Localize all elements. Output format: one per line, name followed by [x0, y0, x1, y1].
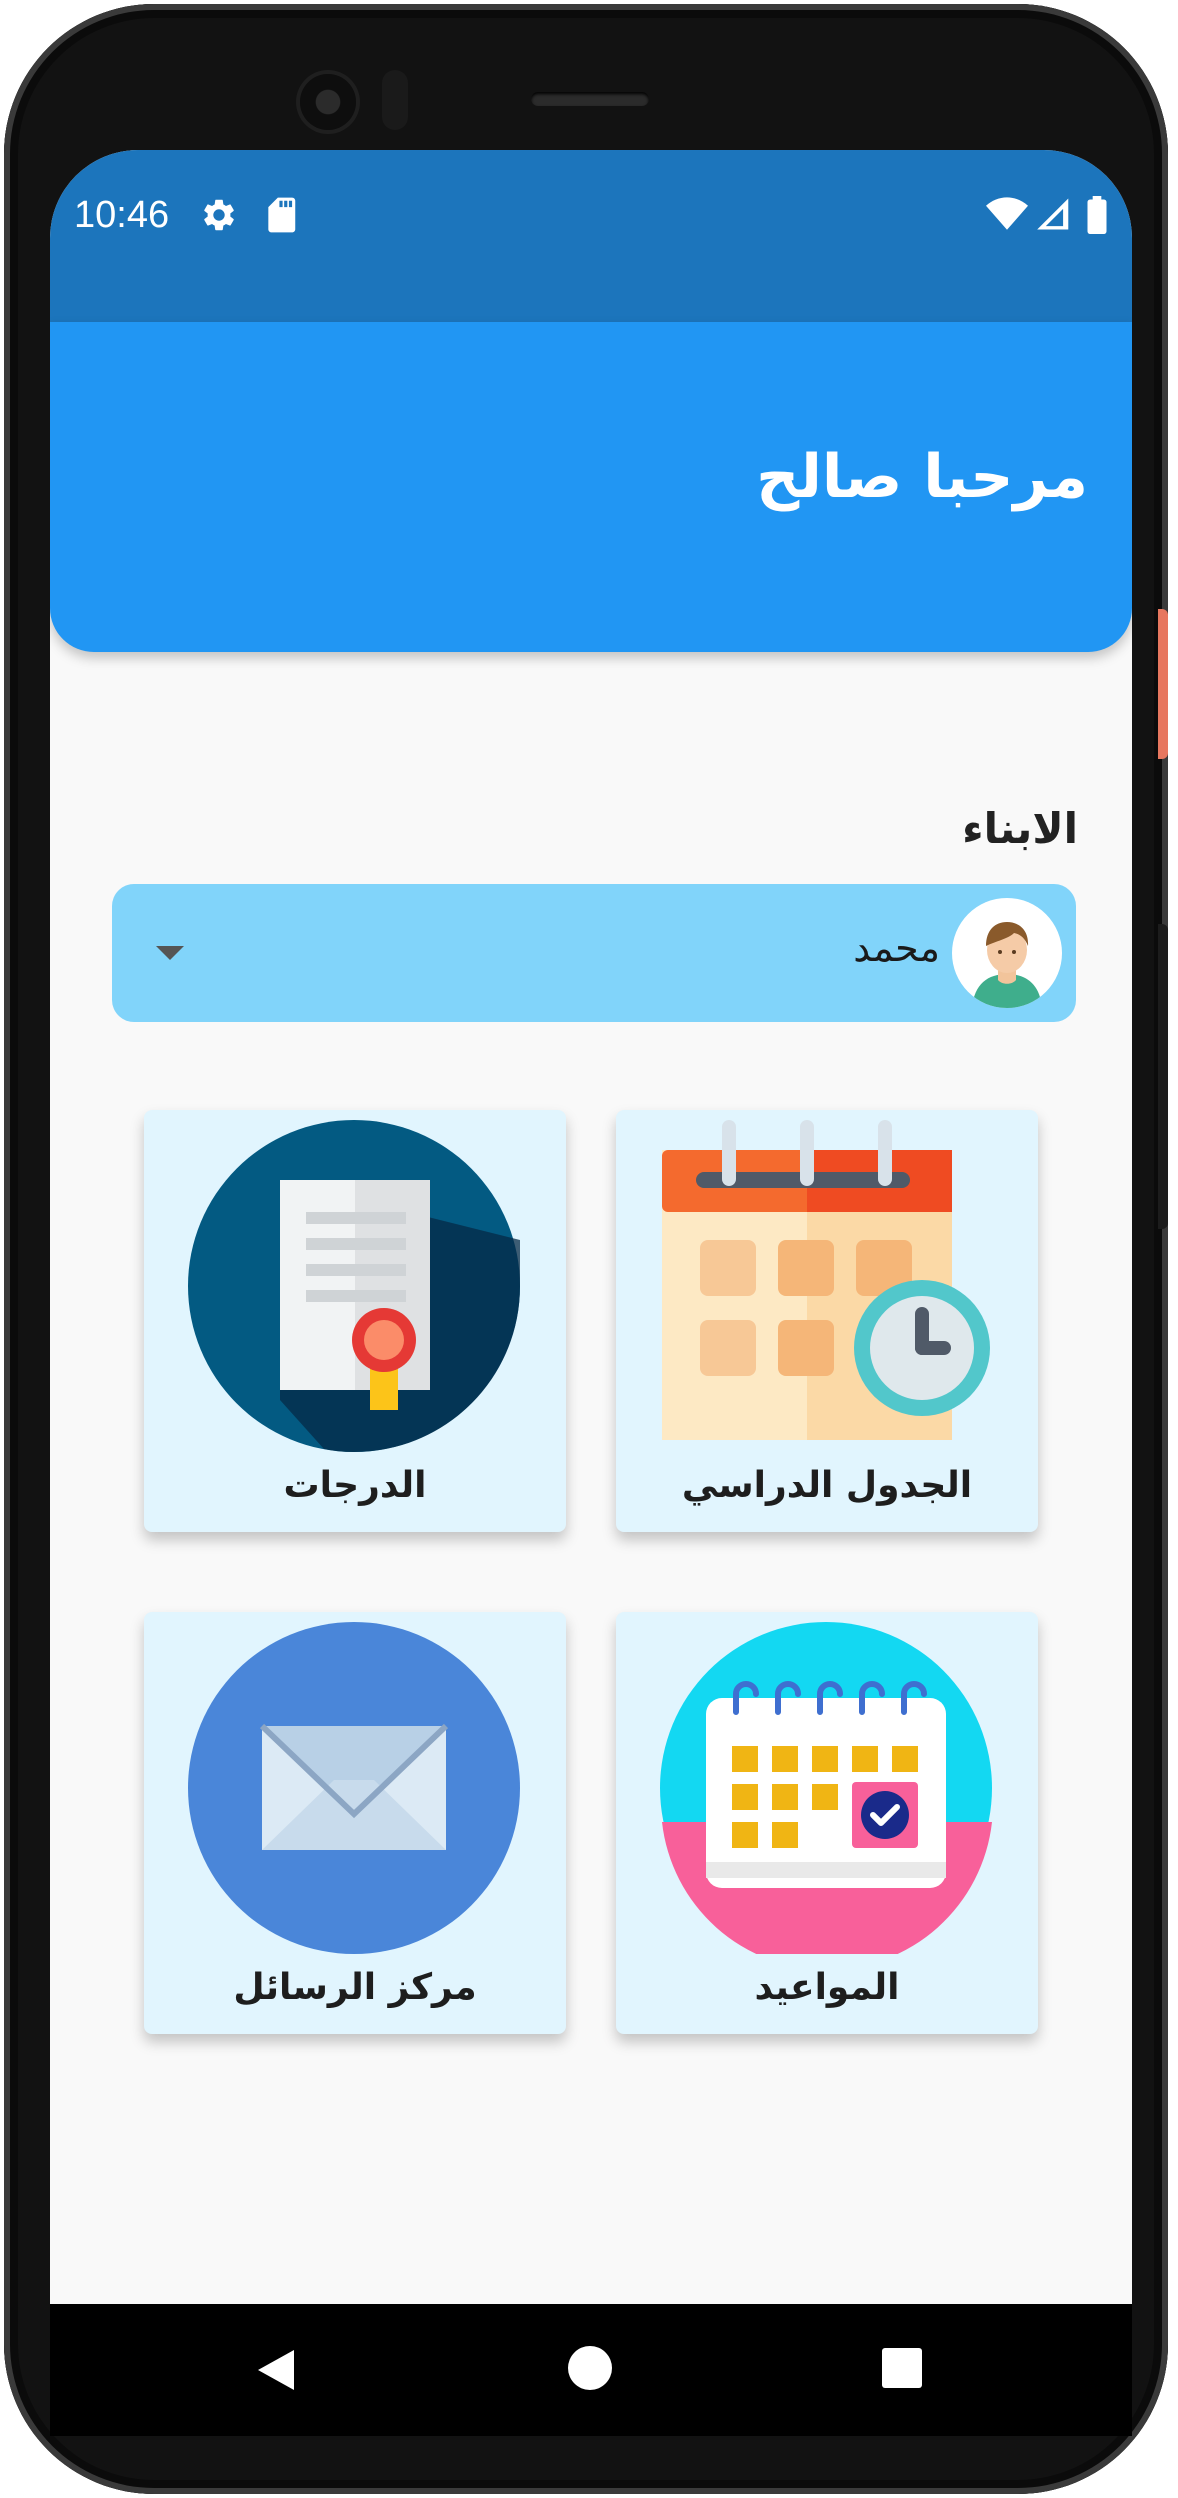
status-bar: 10:46 [50, 150, 1132, 322]
power-button [1158, 609, 1168, 759]
tile-label: الجدول الدراسي [681, 1465, 973, 1506]
app-bar: مرحبا صالح [50, 322, 1132, 652]
tile-label: الدرجات [283, 1465, 427, 1506]
volume-button [1158, 924, 1168, 1229]
calendar-clock-icon [662, 1120, 990, 1440]
back-icon[interactable] [256, 2348, 296, 2392]
envelope-icon [188, 1622, 520, 1954]
earpiece-speaker [531, 92, 649, 106]
phone-frame: 10:46 مرحبا صالح الابناء محمد الجدول الد… [4, 4, 1168, 2494]
appointments-tile[interactable]: المواعيد [616, 1612, 1038, 2034]
schedule-tile[interactable]: الجدول الدراسي [616, 1110, 1038, 1532]
children-label: الابناء [962, 804, 1078, 853]
sd-card-icon [268, 197, 296, 233]
grades-tile[interactable]: الدرجات [144, 1110, 566, 1532]
dropdown-arrow-icon [156, 946, 184, 960]
status-time: 10:46 [74, 194, 170, 236]
signal-icon [1037, 198, 1069, 230]
child-dropdown[interactable]: محمد [112, 884, 1076, 1022]
battery-icon [1087, 196, 1107, 234]
front-camera [300, 74, 356, 130]
recents-icon[interactable] [882, 2348, 922, 2388]
page-title: مرحبا صالح [756, 442, 1088, 512]
tile-label: مركز الرسائل [233, 1967, 477, 2008]
wifi-icon [986, 197, 1028, 230]
certificate-icon [188, 1120, 520, 1452]
home-icon[interactable] [568, 2346, 612, 2390]
tile-label: المواعيد [754, 1967, 900, 2008]
navigation-bar [50, 2304, 1132, 2436]
proximity-sensor [382, 70, 408, 130]
selected-child-name: محمد [853, 926, 940, 970]
screen: 10:46 مرحبا صالح الابناء محمد الجدول الد… [50, 150, 1132, 2436]
avatar [952, 898, 1062, 1008]
calendar-check-icon [660, 1622, 992, 1954]
gear-icon [204, 199, 234, 231]
boy-avatar-icon [953, 899, 1061, 1008]
messages-tile[interactable]: مركز الرسائل [144, 1612, 566, 2034]
